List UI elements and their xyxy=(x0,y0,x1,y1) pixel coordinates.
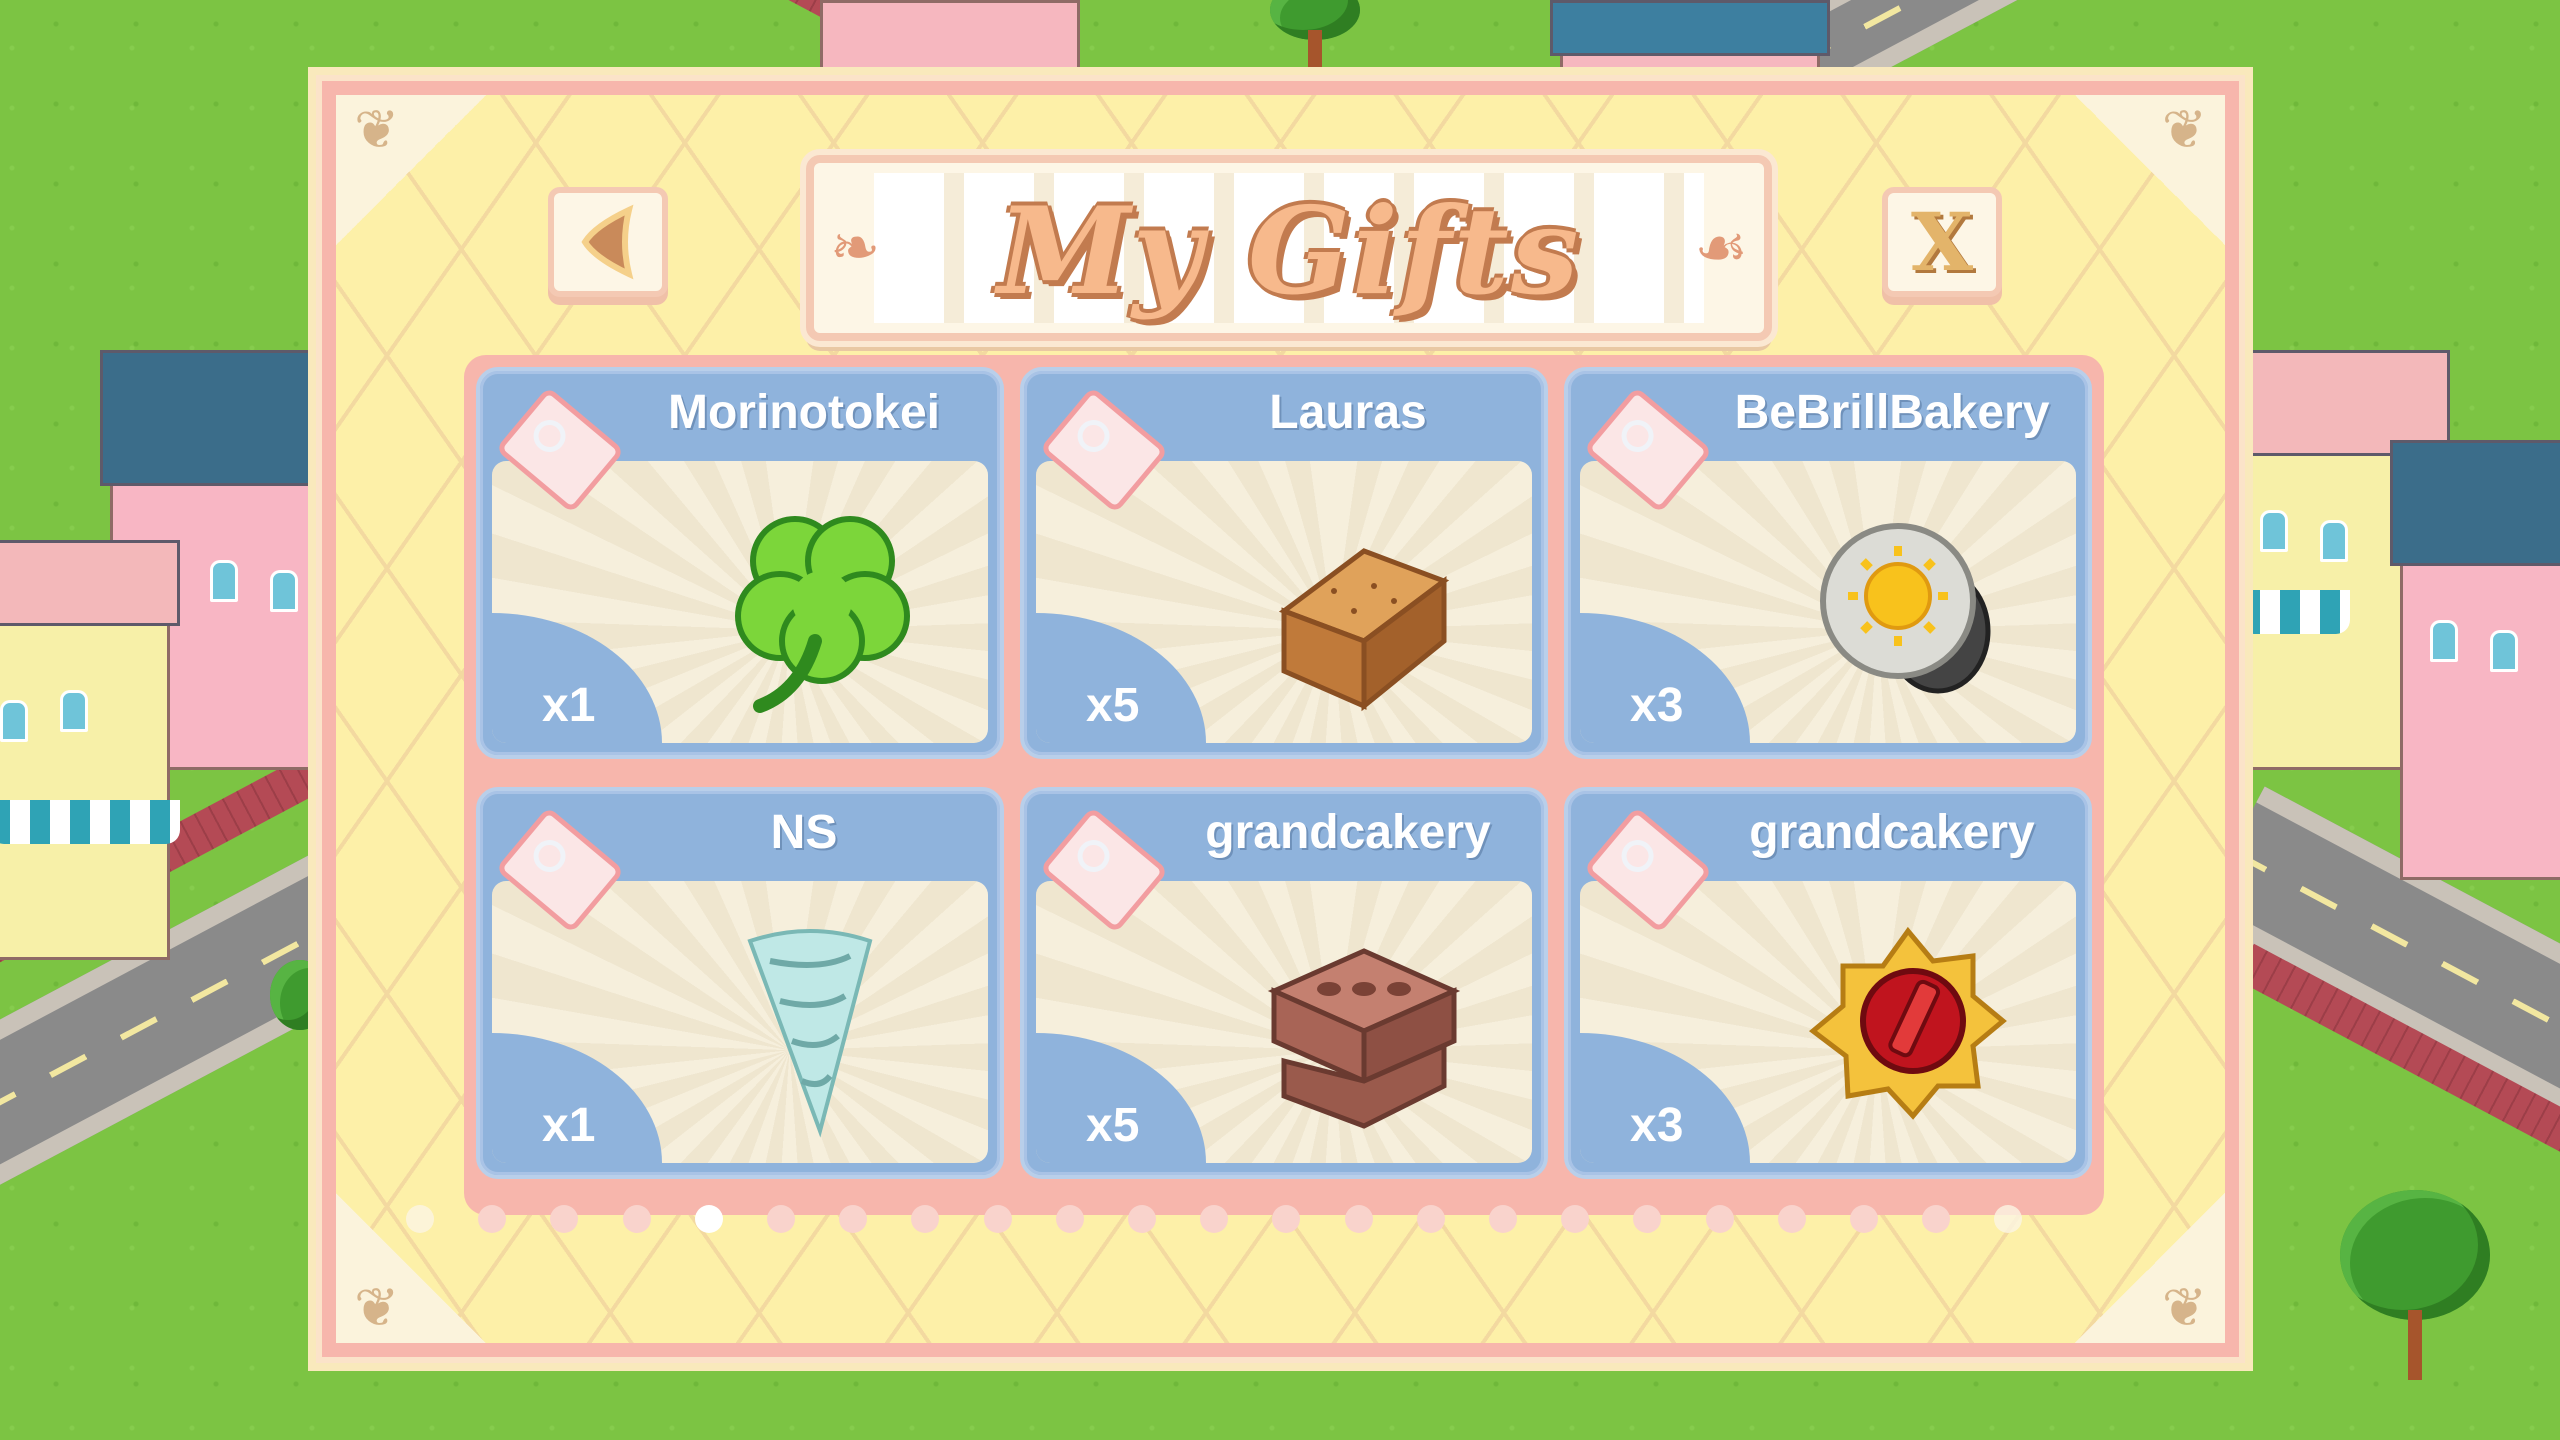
page-dot[interactable] xyxy=(622,1205,651,1233)
gift-quantity: x3 xyxy=(1630,679,1684,732)
building xyxy=(820,0,1080,70)
page-dot[interactable] xyxy=(1850,1205,1878,1233)
gift-sender: BeBrillBakery xyxy=(1734,386,2050,439)
page-dot[interactable] xyxy=(1128,1205,1156,1233)
gift-quantity: x1 xyxy=(542,1099,596,1152)
page-dot[interactable] xyxy=(1705,1205,1734,1233)
page-title: My Gifts xyxy=(997,181,1581,322)
gift-card[interactable]: NS x1 xyxy=(476,787,1004,1179)
my-gifts-dialog: ❦ ❦ ❦ ❦ ❧ ☙ My Gifts X Morinotokei x1 La… xyxy=(316,75,2245,1363)
page-dot[interactable] xyxy=(1561,1205,1590,1233)
page-indicator xyxy=(336,1205,2225,1235)
corner-ornament: ❦ xyxy=(2075,95,2225,245)
gift-card[interactable]: Morinotokei x1 xyxy=(476,367,1004,759)
page-dot[interactable] xyxy=(1272,1205,1301,1233)
tree xyxy=(270,960,330,1050)
gift-quantity: x5 xyxy=(1086,1099,1140,1152)
red-bricks-icon xyxy=(1267,948,1461,1129)
oven-knob-icon xyxy=(1808,926,2007,1120)
page-dot[interactable] xyxy=(1344,1205,1373,1233)
oven-light-bulb-icon xyxy=(1820,523,1991,694)
gift-card[interactable]: Lauras x5 xyxy=(1020,367,1548,759)
page-dot[interactable] xyxy=(1633,1205,1662,1233)
close-icon: X xyxy=(1910,195,1974,289)
page-dot[interactable] xyxy=(911,1205,940,1233)
page-dot[interactable] xyxy=(983,1205,1012,1233)
page-dot[interactable] xyxy=(1922,1205,1951,1233)
gift-card[interactable]: grandcakery x3 xyxy=(1564,787,2092,1179)
corner-ornament: ❦ xyxy=(336,95,486,245)
building xyxy=(2390,440,2560,880)
page-dot[interactable] xyxy=(1200,1205,1229,1233)
gift-grid: Morinotokei x1 Lauras x5 BeBrillBakery x… xyxy=(464,355,2104,1215)
gift-sender: grandcakery xyxy=(1749,806,2035,859)
close-button[interactable]: X xyxy=(1882,187,2002,297)
building xyxy=(1550,0,1830,80)
page-dot[interactable] xyxy=(767,1205,795,1233)
four-leaf-clover-icon xyxy=(735,516,910,713)
gift-sender: Lauras xyxy=(1269,386,1427,439)
gift-sender: grandcakery xyxy=(1205,806,1491,859)
gift-card[interactable]: BeBrillBakery x3 xyxy=(1564,367,2092,759)
gift-quantity: x5 xyxy=(1086,679,1140,732)
page-dot[interactable] xyxy=(839,1205,868,1233)
title-banner: ❧ ☙ My Gifts xyxy=(806,155,1772,341)
page-dot[interactable] xyxy=(1777,1205,1806,1233)
gift-card[interactable]: grandcakery x5 xyxy=(1020,787,1548,1179)
triangle-left-icon xyxy=(581,204,634,280)
tree xyxy=(2340,1190,2490,1380)
building xyxy=(0,540,180,960)
page-dot[interactable] xyxy=(1489,1205,1517,1233)
page-dot[interactable] xyxy=(1994,1205,2023,1233)
gift-quantity: x1 xyxy=(542,679,596,732)
brick-icon xyxy=(1278,548,1450,712)
page-dot[interactable] xyxy=(1416,1205,1445,1233)
page-dot[interactable] xyxy=(694,1205,723,1233)
page-dot[interactable] xyxy=(478,1205,507,1233)
page-dot[interactable] xyxy=(550,1205,579,1233)
back-button[interactable] xyxy=(548,187,668,297)
gift-sender: NS xyxy=(770,806,838,859)
tree xyxy=(1270,0,1360,80)
page-dot[interactable] xyxy=(1055,1205,1084,1233)
page-dot[interactable] xyxy=(406,1205,434,1233)
drill-bit-icon xyxy=(747,929,873,1138)
gift-quantity: x3 xyxy=(1630,1099,1684,1152)
gift-sender: Morinotokei xyxy=(668,386,940,439)
